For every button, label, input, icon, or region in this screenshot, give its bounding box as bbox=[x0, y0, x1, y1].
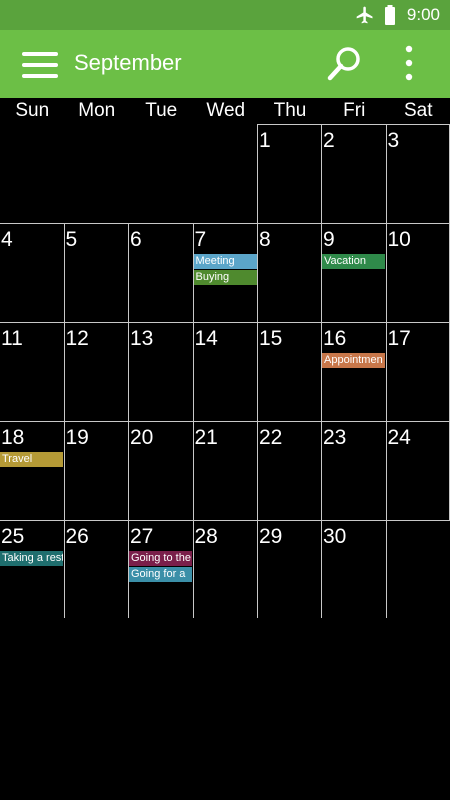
day-number: 10 bbox=[387, 228, 411, 251]
day-number: 20 bbox=[130, 426, 154, 449]
day-cell-8[interactable]: 8 bbox=[258, 223, 322, 322]
day-number: 7 bbox=[194, 228, 207, 251]
day-cell-28[interactable]: 28 bbox=[193, 520, 258, 618]
weekday-sun: Sun bbox=[15, 100, 50, 121]
month-grid: 1 2 3 4 5 6 7 Meeting Buying 8 9 Vacation 10 11 12 13 14… bbox=[0, 124, 450, 618]
event-chip[interactable]: Vacation bbox=[322, 254, 385, 269]
day-cell-21[interactable]: 21 bbox=[193, 421, 258, 520]
day-cell-2[interactable]: 2 bbox=[322, 124, 387, 223]
event-chip[interactable]: Travel bbox=[0, 452, 63, 467]
day-number: 18 bbox=[1, 426, 25, 449]
weekday-tue: Tue bbox=[145, 100, 178, 121]
day-cell-5[interactable]: 5 bbox=[64, 223, 129, 322]
day-cell-30[interactable]: 30 bbox=[322, 520, 387, 618]
day-cell-22[interactable]: 22 bbox=[258, 421, 322, 520]
day-number: 6 bbox=[130, 228, 142, 251]
weekday-header: Sun Mon Tue Wed Thu Fri Sat bbox=[0, 98, 450, 124]
day-number: 22 bbox=[259, 426, 283, 449]
day-cell-16[interactable]: 16 Appointmen bbox=[322, 322, 387, 421]
weekday-sat: Sat bbox=[403, 100, 433, 121]
day-number: 28 bbox=[194, 525, 218, 548]
weekday-wed: Wed bbox=[206, 100, 246, 121]
day-cell-14[interactable]: 14 bbox=[193, 322, 258, 421]
weekday-thu: Thu bbox=[273, 100, 307, 121]
day-number: 27 bbox=[130, 525, 154, 548]
day-number: 2 bbox=[323, 129, 335, 152]
day-number: 21 bbox=[194, 426, 218, 449]
day-number: 26 bbox=[65, 525, 89, 548]
search-icon[interactable] bbox=[325, 44, 365, 84]
day-cell-17[interactable]: 17 bbox=[386, 322, 450, 421]
day-cell-6[interactable]: 6 bbox=[129, 223, 194, 322]
day-number: 29 bbox=[259, 525, 283, 548]
event-chip[interactable]: Going to the bbox=[129, 551, 192, 566]
event-chip[interactable]: Meeting bbox=[193, 254, 257, 269]
page-title: September bbox=[74, 50, 182, 75]
day-number: 1 bbox=[259, 129, 271, 152]
day-cell-12[interactable]: 12 bbox=[64, 322, 129, 421]
status-bar: 9:00 bbox=[0, 0, 450, 30]
day-cell-10[interactable]: 10 bbox=[386, 223, 450, 322]
day-number: 15 bbox=[259, 327, 283, 350]
day-cell-1[interactable]: 1 bbox=[258, 124, 322, 223]
day-number: 5 bbox=[65, 228, 78, 251]
day-number: 8 bbox=[259, 228, 271, 251]
day-number: 30 bbox=[323, 525, 347, 548]
day-number: 12 bbox=[65, 327, 89, 350]
day-cell-29[interactable]: 29 bbox=[258, 520, 322, 618]
event-chip[interactable]: Taking a rest bbox=[0, 551, 63, 566]
day-cell-7[interactable]: 7 Meeting Buying bbox=[193, 223, 258, 322]
day-cell-23[interactable]: 23 bbox=[322, 421, 387, 520]
weekday-fri: Fri bbox=[343, 100, 366, 121]
more-vert-icon[interactable] bbox=[398, 44, 420, 84]
day-number: 25 bbox=[1, 525, 25, 548]
empty-cell bbox=[386, 520, 450, 618]
day-number: 19 bbox=[65, 426, 89, 449]
day-cell-11[interactable]: 11 bbox=[0, 322, 65, 421]
day-cell-13[interactable]: 13 bbox=[129, 322, 194, 421]
day-cell-4[interactable]: 4 bbox=[0, 223, 65, 322]
day-number: 23 bbox=[323, 426, 347, 449]
day-cell-25[interactable]: 25 Taking a rest bbox=[0, 520, 65, 618]
day-number: 4 bbox=[1, 228, 13, 251]
day-number: 24 bbox=[387, 426, 411, 449]
day-number: 16 bbox=[323, 327, 347, 350]
day-cell-24[interactable]: 24 bbox=[386, 421, 450, 520]
day-cell-18[interactable]: 18 Travel bbox=[0, 421, 65, 520]
status-time: 9:00 bbox=[406, 5, 440, 24]
day-number: 11 bbox=[1, 327, 23, 350]
app-bar: September bbox=[0, 30, 450, 98]
day-cell-26[interactable]: 26 bbox=[64, 520, 129, 618]
airplane-mode-icon bbox=[356, 6, 373, 24]
empty-cell bbox=[194, 124, 258, 223]
event-chip[interactable]: Buying bbox=[193, 270, 257, 285]
battery-icon bbox=[385, 5, 395, 25]
weekday-mon: Mon bbox=[78, 100, 116, 121]
empty-cell bbox=[65, 124, 130, 223]
day-cell-3[interactable]: 3 bbox=[386, 124, 450, 223]
event-chip[interactable]: Appointmen bbox=[322, 353, 385, 368]
day-cell-9[interactable]: 9 Vacation bbox=[322, 223, 387, 322]
day-number: 13 bbox=[130, 327, 154, 350]
day-cell-19[interactable]: 19 bbox=[64, 421, 129, 520]
event-chip[interactable]: Going for a bbox=[129, 567, 192, 582]
hamburger-menu-icon[interactable] bbox=[22, 50, 60, 80]
day-cell-27[interactable]: 27 Going to the Going for a bbox=[129, 520, 194, 618]
day-number: 3 bbox=[387, 129, 400, 152]
day-cell-20[interactable]: 20 bbox=[129, 421, 194, 520]
day-number: 9 bbox=[323, 228, 335, 251]
day-number: 14 bbox=[194, 327, 218, 350]
day-cell-15[interactable]: 15 bbox=[258, 322, 322, 421]
day-number: 17 bbox=[387, 327, 411, 350]
empty-cell bbox=[129, 124, 194, 223]
empty-cell bbox=[0, 124, 65, 223]
